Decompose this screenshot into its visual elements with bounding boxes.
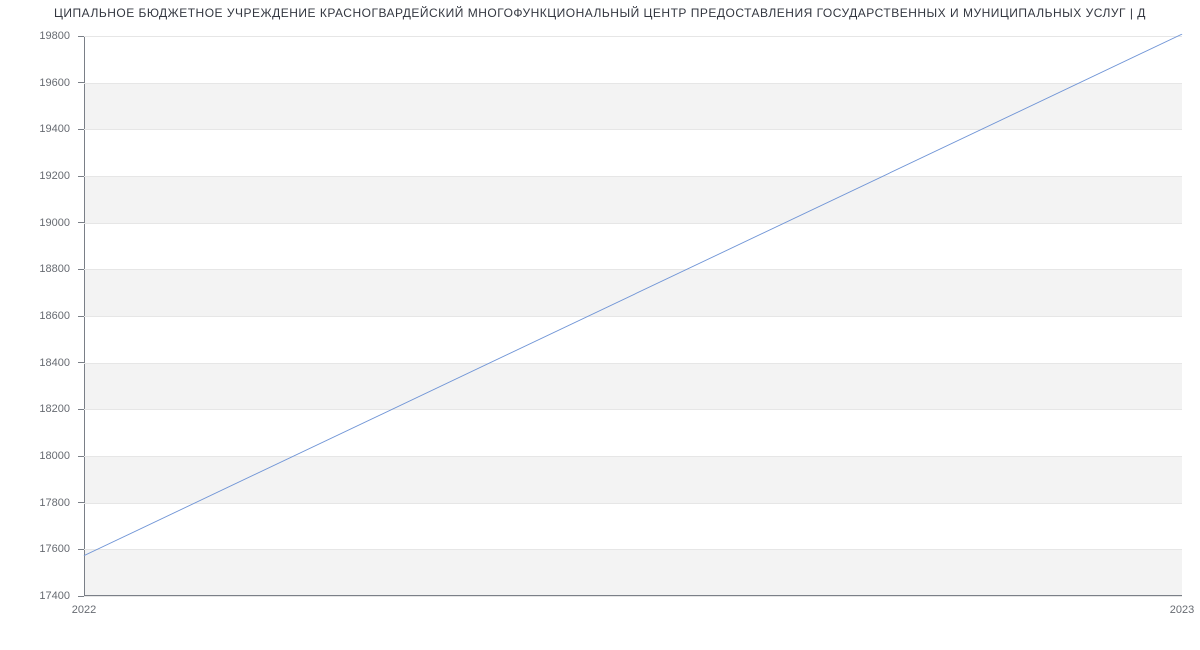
y-tick-label: 18200	[39, 403, 84, 415]
y-tick-label: 19200	[39, 170, 84, 182]
x-tick-label: 2023	[1170, 596, 1194, 616]
x-tick-label: 2022	[72, 596, 96, 616]
y-tick-label: 19600	[39, 77, 84, 89]
chart-title: ЦИПАЛЬНОЕ БЮДЖЕТНОЕ УЧРЕЖДЕНИЕ КРАСНОГВА…	[0, 6, 1200, 20]
gridline-h	[84, 596, 1182, 597]
y-tick-label: 18000	[39, 450, 84, 462]
y-tick-label: 19000	[39, 217, 84, 229]
y-tick-label: 17600	[39, 543, 84, 555]
y-tick-label: 18800	[39, 263, 84, 275]
y-tick-label: 19800	[39, 30, 84, 42]
y-tick-label: 17800	[39, 497, 84, 509]
line-series	[84, 36, 1182, 596]
y-tick-label: 19400	[39, 123, 84, 135]
plot-area: 1740017600178001800018200184001860018800…	[84, 36, 1182, 596]
y-tick-label: 18400	[39, 357, 84, 369]
y-tick-label: 18600	[39, 310, 84, 322]
